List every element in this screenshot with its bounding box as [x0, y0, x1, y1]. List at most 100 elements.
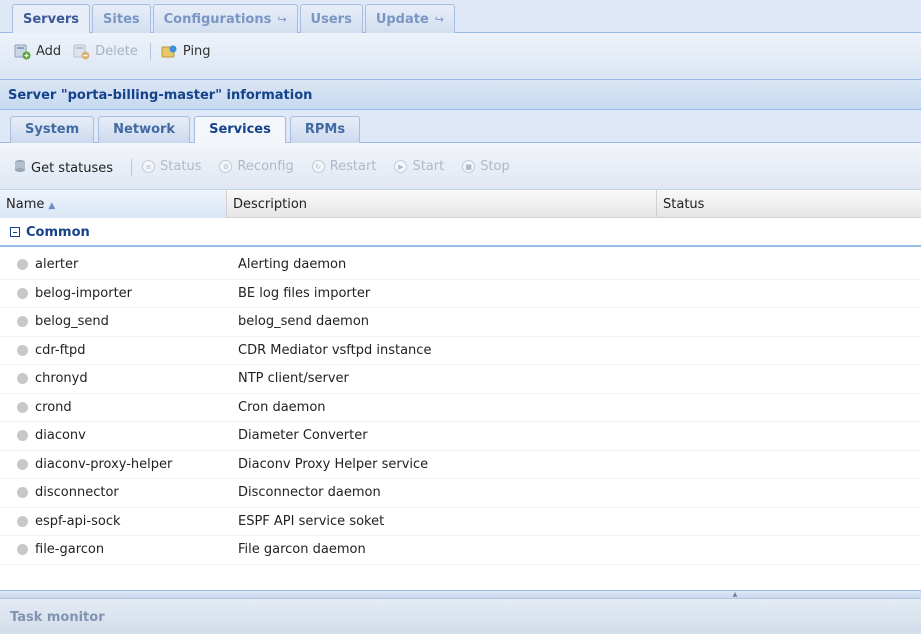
- service-name: chronyd: [35, 371, 88, 387]
- service-description: NTP client/server: [238, 371, 349, 387]
- service-name: alerter: [35, 257, 79, 273]
- table-row[interactable]: belog_send belog_send daemon: [0, 308, 921, 337]
- table-row[interactable]: belog-importer BE log files importer: [0, 280, 921, 308]
- add-server-icon: [14, 43, 31, 60]
- ping-icon: [161, 43, 178, 60]
- status-dot-icon: [17, 458, 28, 470]
- service-name: diaconv-proxy-helper: [35, 456, 173, 472]
- get-statuses-label: Get statuses: [31, 160, 114, 176]
- status-button[interactable]: ≡ Status: [142, 159, 201, 174]
- reconfig-button[interactable]: ⚙ Reconfig: [219, 159, 294, 174]
- server-tab-bar: System Network Services RPMs: [0, 110, 921, 144]
- service-description: CDR Mediator vsftpd instance: [238, 342, 432, 358]
- table-row[interactable]: crond Cron daemon: [0, 394, 921, 422]
- status-dot-icon: [17, 487, 28, 499]
- delete-button[interactable]: Delete: [73, 43, 138, 60]
- task-monitor-title: Task monitor: [10, 610, 105, 625]
- task-monitor-header[interactable]: Task monitor: [0, 598, 921, 634]
- table-row[interactable]: espf-api-sock ESPF API service soket: [0, 508, 921, 536]
- group-row-common[interactable]: Common: [0, 218, 921, 247]
- splitter-bar[interactable]: ▲: [0, 590, 921, 598]
- tab-label: Servers: [23, 11, 80, 27]
- table-row[interactable]: disconnector Disconnector daemon: [0, 479, 921, 508]
- status-dot-icon: [17, 344, 28, 356]
- column-header-name[interactable]: Name ▲: [0, 190, 227, 218]
- restart-button[interactable]: ↻ Restart: [311, 159, 377, 174]
- servers-toolbar: Add Delete Ping: [0, 33, 921, 80]
- tab-update[interactable]: Update ↪: [364, 4, 456, 33]
- services-toolbar: Get statuses ≡ Status ⚙ Reconfig ↻ Resta…: [0, 143, 921, 190]
- column-description-label: Description: [233, 197, 308, 212]
- tab-users[interactable]: Users: [299, 4, 363, 33]
- start-button[interactable]: ▶ Start: [394, 159, 444, 174]
- service-name: disconnector: [35, 485, 119, 501]
- ping-label: Ping: [182, 44, 211, 59]
- status-dot-icon: [17, 373, 28, 385]
- service-name: belog-importer: [35, 285, 133, 301]
- service-name: cdr-ftpd: [35, 342, 86, 358]
- database-icon: [14, 159, 26, 177]
- group-label: Common: [26, 225, 90, 240]
- status-dot-icon: [17, 401, 28, 413]
- stop-label: Stop: [480, 159, 510, 174]
- reconfig-label: Reconfig: [237, 159, 294, 174]
- restart-icon: ↻: [311, 160, 325, 173]
- delete-server-icon: [73, 43, 90, 60]
- external-link-icon: ↪: [277, 12, 287, 26]
- service-description: ESPF API service soket: [238, 513, 385, 529]
- tab-services[interactable]: Services: [194, 116, 286, 144]
- sort-ascending-icon: ▲: [48, 201, 56, 211]
- service-description: Cron daemon: [238, 399, 326, 415]
- delete-label: Delete: [95, 44, 138, 59]
- add-button[interactable]: Add: [14, 43, 61, 60]
- table-row[interactable]: diaconv Diameter Converter: [0, 422, 921, 451]
- service-name: diaconv: [35, 428, 86, 444]
- start-label: Start: [412, 159, 445, 174]
- status-icon: ≡: [142, 160, 156, 173]
- tab-configurations[interactable]: Configurations ↪: [152, 4, 298, 33]
- status-dot-icon: [17, 259, 28, 271]
- reconfig-icon: ⚙: [219, 160, 233, 173]
- column-name-label: Name: [6, 197, 45, 212]
- status-dot-icon: [17, 316, 28, 328]
- collapse-icon[interactable]: [10, 227, 20, 237]
- column-header-description[interactable]: Description: [227, 190, 657, 218]
- service-name: belog_send: [35, 314, 109, 330]
- service-description: Alerting daemon: [238, 257, 347, 273]
- table-row[interactable]: cdr-ftpd CDR Mediator vsftpd instance: [0, 337, 921, 365]
- service-name: file-garcon: [35, 542, 105, 558]
- top-tabs: Servers Sites Configurations ↪ Users Upda…: [12, 4, 457, 33]
- stop-icon: ■: [462, 160, 476, 173]
- ping-button[interactable]: Ping: [161, 43, 211, 60]
- table-row[interactable]: chronyd NTP client/server: [0, 365, 921, 394]
- service-description: Diaconv Proxy Helper service: [238, 456, 429, 472]
- service-description: File garcon daemon: [238, 542, 366, 558]
- table-row[interactable]: diaconv-proxy-helper Diaconv Proxy Helper…: [0, 451, 921, 479]
- column-status-label: Status: [663, 197, 705, 212]
- service-description: Disconnector daemon: [238, 485, 381, 501]
- play-icon: ▶: [394, 160, 408, 173]
- toolbar-separator: [131, 159, 133, 176]
- add-label: Add: [36, 44, 62, 59]
- restart-label: Restart: [329, 159, 377, 174]
- tab-label: Sites: [103, 11, 140, 27]
- status-dot-icon: [17, 287, 28, 299]
- tab-label: Configurations: [163, 11, 272, 27]
- get-statuses-button[interactable]: Get statuses: [14, 159, 113, 177]
- stop-button[interactable]: ■ Stop: [462, 159, 510, 174]
- status-label: Status: [160, 159, 202, 174]
- tab-system[interactable]: System: [10, 116, 95, 143]
- tab-network[interactable]: Network: [98, 116, 191, 143]
- collapse-up-icon[interactable]: ▲: [705, 591, 765, 598]
- status-dot-icon: [17, 515, 28, 527]
- table-row[interactable]: alerter Alerting daemon: [0, 251, 921, 280]
- external-link-icon: ↪: [434, 12, 445, 26]
- status-dot-icon: [17, 430, 28, 442]
- table-row[interactable]: file-garcon File garcon daemon: [0, 536, 921, 565]
- service-list: alerter Alerting daemon belog-importer BE l…: [0, 251, 921, 565]
- tab-rpms[interactable]: RPMs: [289, 116, 361, 143]
- tab-servers[interactable]: Servers: [12, 4, 91, 33]
- toolbar-separator: [149, 43, 151, 60]
- tab-sites[interactable]: Sites: [92, 4, 151, 33]
- column-header-status[interactable]: Status: [657, 190, 921, 218]
